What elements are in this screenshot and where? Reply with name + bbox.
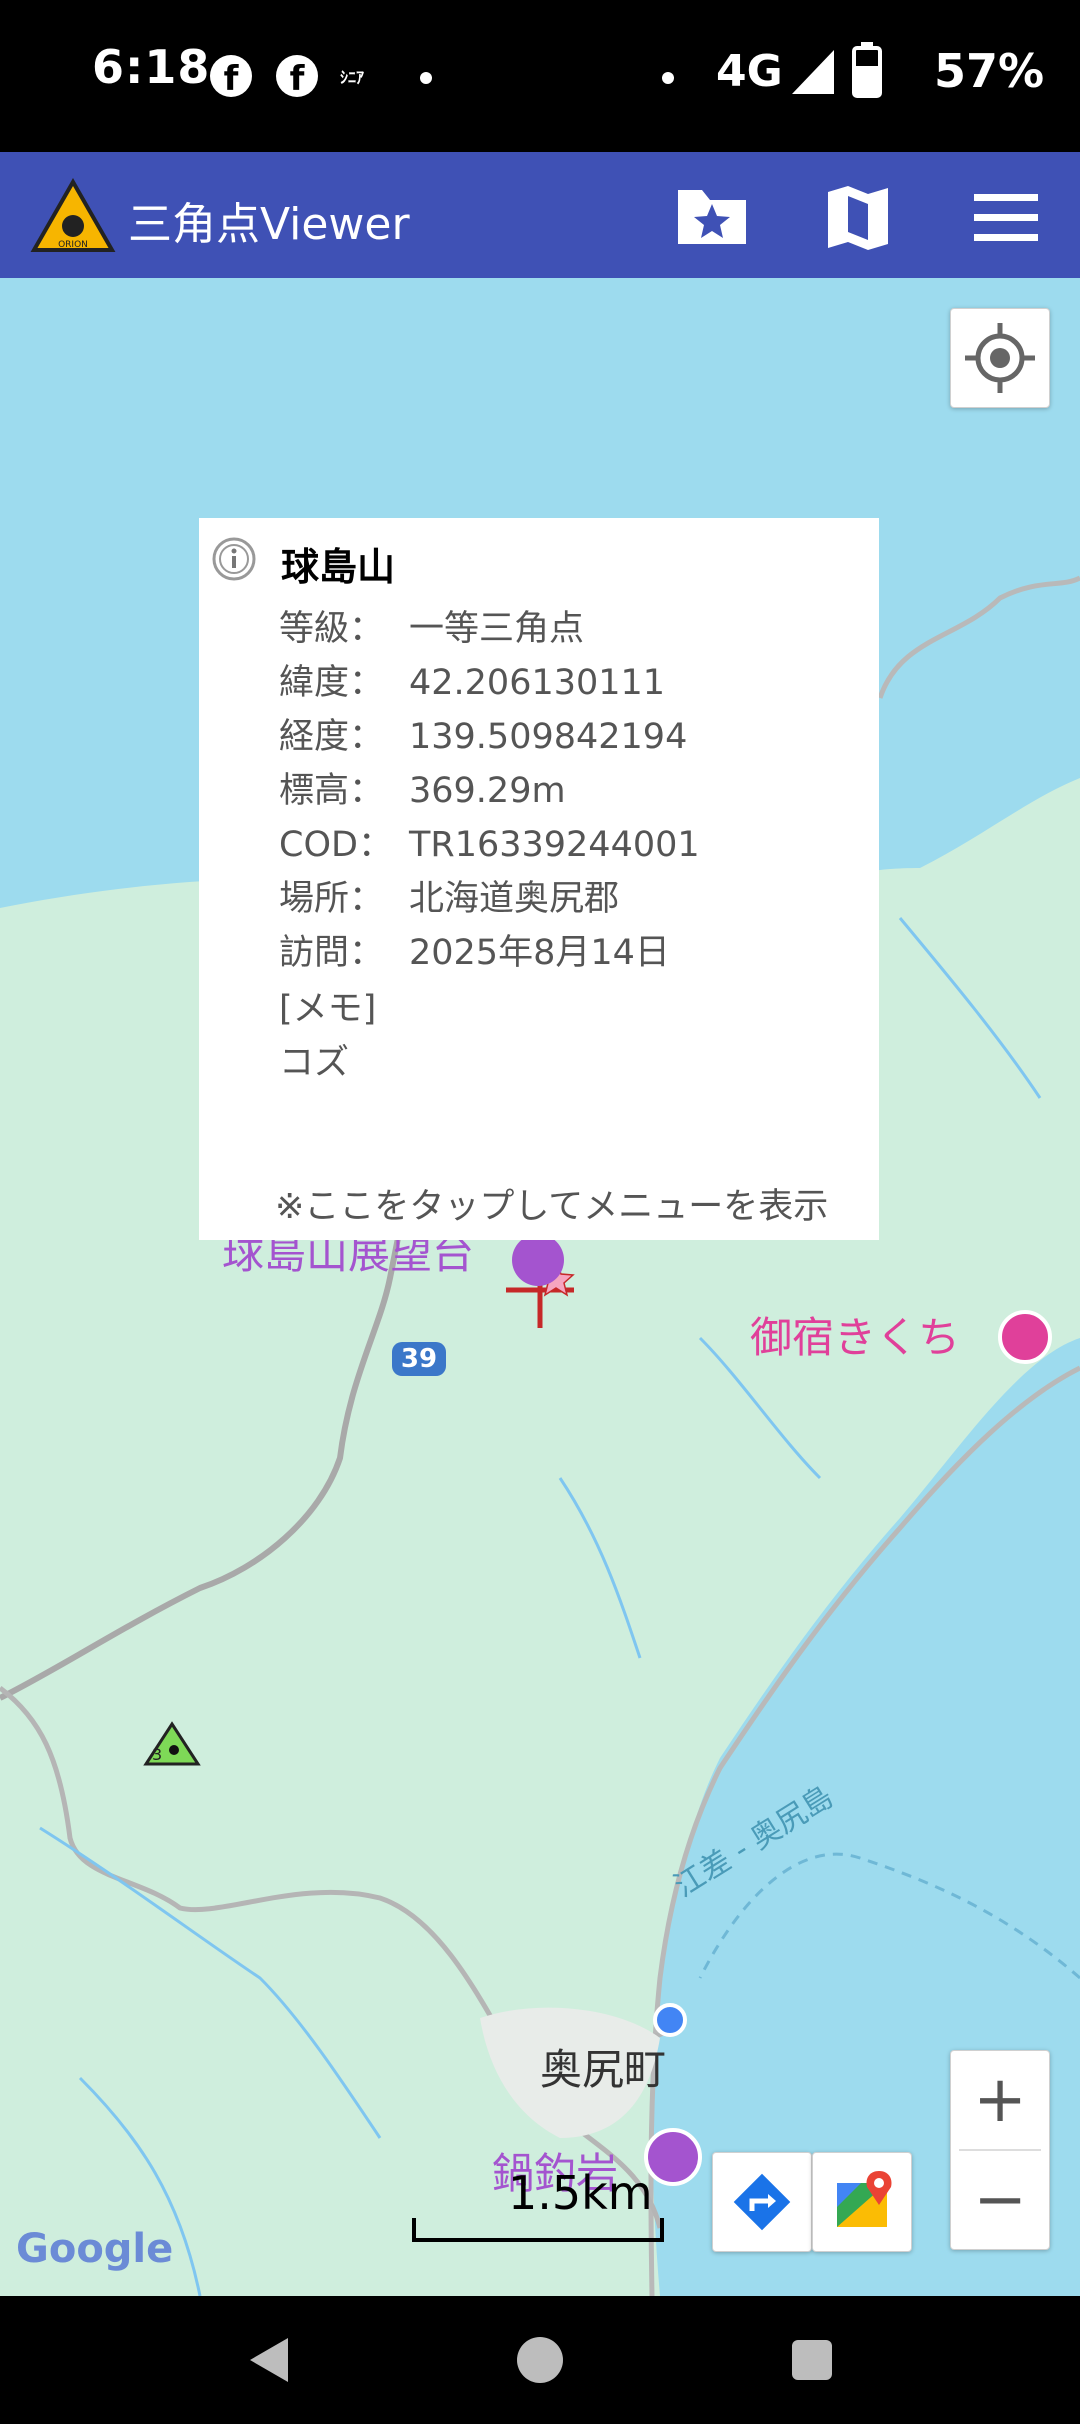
scale-label: 1.5km bbox=[508, 2166, 653, 2220]
logo-text: ORION bbox=[58, 240, 88, 250]
google-attribution: Google bbox=[16, 2226, 174, 2272]
app-title: 三角点Viewer bbox=[128, 199, 410, 250]
directions-icon bbox=[733, 2173, 791, 2231]
info-window[interactable]: 球島山 等級： 一等三角点 緯度： 42.206130111 経度： 139.5098… bbox=[199, 518, 879, 1240]
map-view[interactable]: 3 球島山展望台 御宿きくち 39 奥尻町 鍋釣岩 江差 - 奥尻島 + − 1… bbox=[0, 278, 1080, 2296]
navigation-bar bbox=[0, 2296, 1080, 2424]
notification-dot-icon bbox=[420, 72, 432, 84]
info-icon bbox=[212, 537, 256, 581]
detail-row-elevation: 標高： 369.29m bbox=[279, 771, 566, 811]
map-type-button[interactable] bbox=[818, 182, 898, 252]
inn-label[interactable]: 御宿きくち bbox=[750, 1304, 960, 1365]
map-icon bbox=[828, 186, 888, 250]
tap-hint: ※ここをタップしてメニューを表示 bbox=[275, 1187, 829, 1227]
home-icon[interactable] bbox=[514, 2334, 566, 2386]
point-name: 球島山 bbox=[281, 545, 396, 589]
back-icon[interactable] bbox=[246, 2334, 292, 2386]
menu-button[interactable] bbox=[966, 182, 1046, 252]
google-maps-icon bbox=[837, 2171, 892, 2227]
status-dot-icon bbox=[662, 72, 674, 84]
battery-percent: 57% bbox=[934, 44, 1045, 98]
rock-poi-icon[interactable] bbox=[644, 2128, 702, 2186]
network-type: 4G bbox=[716, 46, 783, 97]
battery-icon bbox=[852, 42, 882, 98]
folder-star-icon bbox=[678, 190, 746, 244]
crosshair-location-icon bbox=[965, 323, 1035, 393]
status-bar: 6:18 f f ｼﾆｱ 4G 57% bbox=[0, 0, 1080, 152]
detail-row-longitude: 経度： 139.509842194 bbox=[279, 717, 688, 757]
app-bar: ORION 三角点Viewer bbox=[0, 152, 1080, 278]
zoom-out-button[interactable]: − bbox=[951, 2151, 1049, 2249]
directions-button[interactable] bbox=[712, 2152, 812, 2252]
zoom-controls: + − bbox=[950, 2050, 1050, 2250]
app-logo-icon: ORION bbox=[30, 178, 116, 252]
detail-row-grade: 等級： 一等三角点 bbox=[279, 609, 585, 649]
point-details: 等級： 一等三角点 緯度： 42.206130111 経度： 139.50984219… bbox=[279, 602, 700, 980]
detail-row-latitude: 緯度： 42.206130111 bbox=[279, 663, 666, 703]
menu-icon bbox=[974, 194, 1038, 241]
detail-row-visited: 訪問： 2025年8月14日 bbox=[279, 933, 670, 973]
open-google-maps-button[interactable] bbox=[812, 2152, 912, 2252]
recents-icon[interactable] bbox=[790, 2338, 834, 2382]
hotel-poi-icon[interactable] bbox=[998, 1310, 1052, 1364]
detail-row-location: 場所： 北海道奥尻郡 bbox=[279, 879, 620, 919]
route-shield: 39 bbox=[392, 1342, 446, 1376]
town-label: 奥尻町 bbox=[540, 2045, 667, 2094]
zoom-in-button[interactable]: + bbox=[951, 2051, 1049, 2149]
detail-row-code: COD： TR16339244001 bbox=[279, 825, 700, 865]
facebook-notification-icon: f bbox=[276, 55, 318, 99]
facebook-notification-icon: f bbox=[210, 55, 252, 99]
signal-icon bbox=[792, 50, 834, 94]
memo-label: [メモ] bbox=[279, 989, 377, 1029]
app-notification-icon: ｼﾆｱ bbox=[340, 68, 365, 87]
my-location-button[interactable] bbox=[950, 308, 1050, 408]
small-marker-label: 3 bbox=[152, 1745, 162, 1764]
memo-text: コズ bbox=[279, 1043, 350, 1083]
favorites-button[interactable] bbox=[672, 182, 752, 252]
status-time: 6:18 bbox=[92, 40, 211, 94]
viewpoint-poi-icon[interactable] bbox=[512, 1234, 564, 1286]
scale-bar bbox=[412, 2218, 664, 2242]
